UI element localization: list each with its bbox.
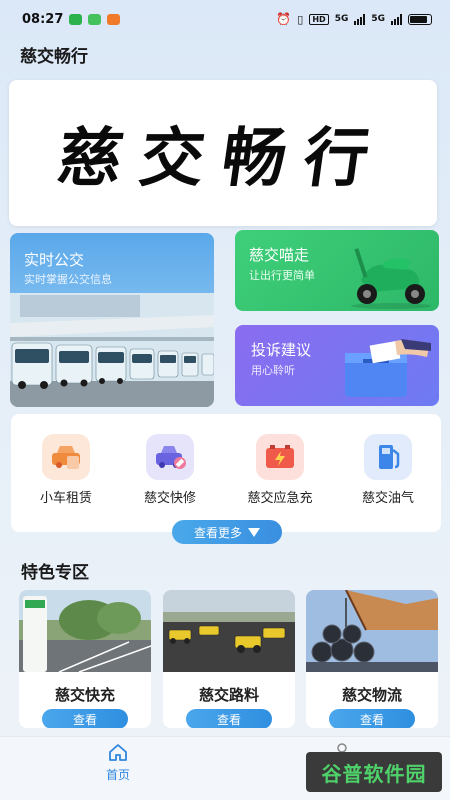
special-name: 慈交快充 bbox=[54, 686, 115, 704]
home-icon bbox=[109, 744, 127, 761]
special-card-fast-charge[interactable]: 慈交快充 查看 bbox=[19, 590, 151, 728]
nav-home-tab[interactable]: 首页 bbox=[96, 743, 140, 783]
special-card-logistics[interactable]: 慈交物流 查看 bbox=[306, 590, 438, 728]
status-time: 08:27 bbox=[22, 11, 64, 27]
walk-card-subtitle: 让出行更简单 bbox=[249, 269, 315, 282]
service-label: 小车租赁 bbox=[39, 491, 92, 506]
view-more-label: 查看更多 bbox=[193, 525, 242, 540]
service-fuel[interactable]: 慈交油气 bbox=[343, 434, 433, 506]
charging-station-photo bbox=[19, 590, 151, 673]
chevron-down-icon bbox=[248, 527, 260, 537]
fuel-pump-icon bbox=[364, 434, 412, 480]
realtime-bus-card[interactable]: 实时公交 实时掌握公交信息 bbox=[10, 233, 214, 407]
logistics-photo bbox=[306, 590, 438, 672]
watermark-logo: 谷普软件园 bbox=[306, 752, 442, 792]
walk-card[interactable]: 慈交喵走 让出行更简单 bbox=[235, 230, 439, 311]
section-title: 特色专区 bbox=[21, 563, 89, 583]
battery-charge-icon bbox=[256, 434, 304, 480]
view-button[interactable]: 查看 bbox=[329, 709, 415, 728]
bus-card-subtitle: 实时掌握公交信息 bbox=[24, 273, 112, 286]
special-name: 慈交物流 bbox=[341, 686, 402, 704]
chat-app-icon bbox=[88, 13, 102, 25]
view-button[interactable]: 查看 bbox=[186, 709, 272, 728]
service-car-repair[interactable]: 慈交快修 bbox=[125, 434, 215, 506]
nav-home-label: 首页 bbox=[105, 768, 130, 782]
view-more-button[interactable]: 查看更多 bbox=[172, 520, 282, 544]
road-paving-photo bbox=[163, 590, 295, 672]
special-name: 慈交路料 bbox=[198, 686, 259, 704]
wechat-icon bbox=[69, 13, 83, 25]
view-button[interactable]: 查看 bbox=[42, 709, 128, 728]
special-card-road-material[interactable]: 慈交路料 查看 bbox=[163, 590, 295, 728]
service-emergency-charge[interactable]: 慈交应急充 bbox=[235, 434, 325, 506]
network-label-1: 5G bbox=[334, 14, 349, 24]
bus-depot-illustration bbox=[10, 293, 214, 407]
car-repair-icon bbox=[146, 434, 194, 480]
service-label: 慈交油气 bbox=[361, 491, 414, 506]
network-label-2: 5G bbox=[371, 14, 385, 24]
vibrate-icon: ▯ bbox=[297, 12, 304, 26]
walk-card-title: 慈交喵走 bbox=[249, 246, 310, 264]
hd-badge: HD bbox=[309, 13, 329, 25]
signal-icon-1 bbox=[354, 13, 366, 25]
complaint-card[interactable]: 投诉建议 用心聆听 bbox=[235, 325, 439, 406]
service-label: 慈交快修 bbox=[143, 491, 196, 506]
service-car-rental[interactable]: 小车租赁 bbox=[21, 434, 111, 506]
app-title: 慈交畅行 bbox=[20, 47, 88, 67]
signal-icon-2 bbox=[391, 13, 402, 25]
bus-card-title: 实时公交 bbox=[24, 251, 85, 269]
orange-app-icon bbox=[107, 13, 121, 25]
alarm-icon: ⏰ bbox=[276, 12, 292, 26]
suggestion-box-icon bbox=[345, 339, 431, 397]
complaint-card-subtitle: 用心聆听 bbox=[251, 364, 295, 377]
calligraphy-banner[interactable]: 慈交畅行 bbox=[9, 80, 437, 226]
service-label: 慈交应急充 bbox=[247, 491, 313, 506]
banner-calligraphy-text: 慈交畅行 bbox=[52, 121, 392, 196]
status-bar: 08:27 ⏰ ▯ HD 5G 5G bbox=[0, 0, 450, 38]
complaint-card-title: 投诉建议 bbox=[251, 341, 312, 359]
scooter-icon bbox=[351, 248, 431, 309]
battery-icon bbox=[408, 13, 432, 25]
services-panel: 小车租赁 慈交快修 慈交应急充 慈交油气 bbox=[11, 414, 441, 532]
watermark-text: 谷普软件园 bbox=[321, 761, 427, 786]
car-rental-icon bbox=[42, 434, 90, 480]
